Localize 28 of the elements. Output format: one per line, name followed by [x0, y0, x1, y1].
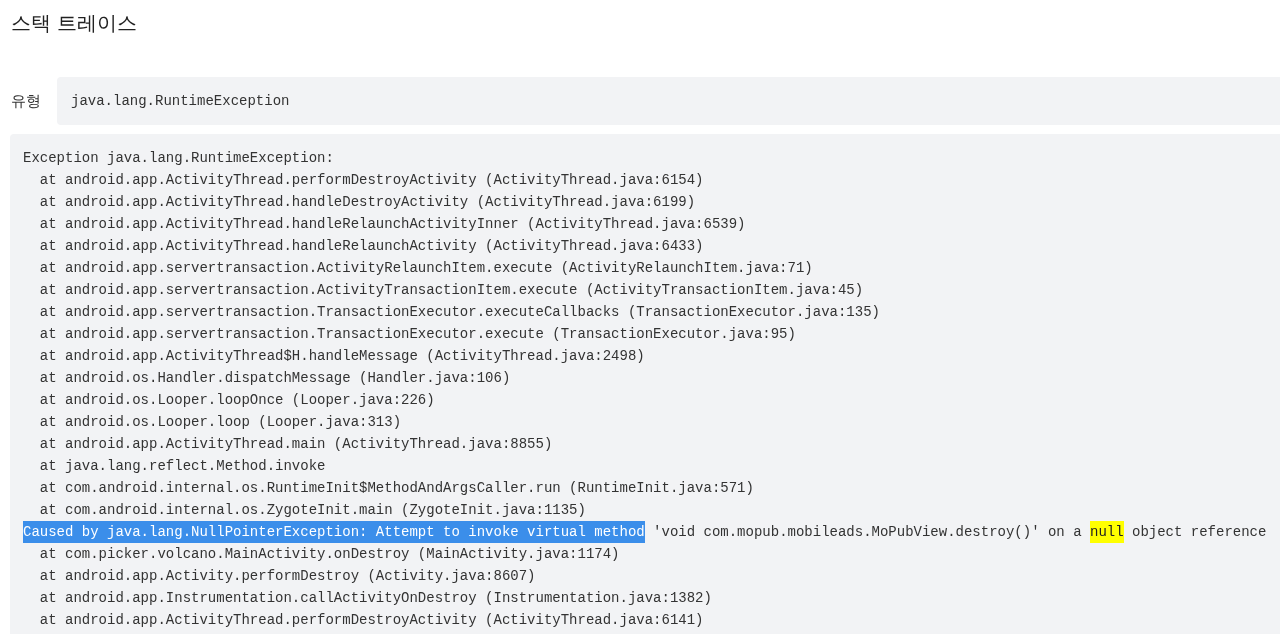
stack-trace-line: 'void com.mopub.mobileads.MoPubView.destroy()' on a: [652, 523, 1083, 542]
stack-trace-line: at android.app.ActivityThread.handleRelaunchActivity (ActivityThread.java:6433): [38, 237, 704, 256]
stack-trace-line: at com.android.internal.os.ZygoteInit.main (ZygoteInit.java:1135): [38, 501, 586, 520]
selected-text: Caused by java.lang.NullPointerException: Attempt to invoke virtual method: [23, 521, 645, 543]
stack-trace-line: at com.picker.volcano.MainActivity.onDestroy (MainActivity.java:1174): [38, 545, 620, 564]
stack-trace-line: at android.app.ActivityThread$H.handleMessage (ActivityThread.java:2498): [38, 347, 645, 366]
stack-trace-line: at android.app.Instrumentation.callActivityOnDestroy (Instrumentation.java:1382): [38, 589, 712, 608]
stack-trace-line: at com.android.internal.os.RuntimeInit$MethodAndArgsCaller.run (RuntimeInit.java:571): [38, 479, 754, 498]
stack-trace-line: at android.os.Looper.loop (Looper.java:313): [38, 413, 402, 432]
stack-trace-line: at android.os.Handler.dispatchMessage (Handler.java:106): [38, 369, 511, 388]
stack-trace-line: at android.app.ActivityThread.performDestroyActivity (ActivityThread.java:6141): [38, 611, 704, 630]
type-value: java.lang.RuntimeException: [57, 77, 1280, 125]
stack-trace-line: at android.app.servertransaction.ActivityTransactionItem.execute (ActivityTransactionItem.java:45): [38, 281, 864, 300]
stack-trace-line: at android.os.Looper.loopOnce (Looper.java:226): [38, 391, 435, 410]
stack-trace-line: at android.app.servertransaction.TransactionExecutor.execute (TransactionExecutor.java:95): [38, 325, 796, 344]
stack-trace-line: at android.app.servertransaction.ActivityRelaunchItem.execute (ActivityRelaunchItem.java:71): [38, 259, 813, 278]
stack-trace-line: at android.app.ActivityThread.main (ActivityThread.java:8855): [38, 435, 553, 454]
stack-trace-line: Exception java.lang.RuntimeException:: [23, 149, 334, 168]
stack-trace-line: at android.app.ActivityThread.performDestroyActivity (ActivityThread.java:6154): [38, 171, 704, 190]
stack-trace-line: at android.app.Activity.performDestroy (Activity.java:8607): [38, 567, 536, 586]
stack-trace-line: at android.app.ActivityThread.handleRelaunchActivityInner (ActivityThread.java:6539): [38, 215, 746, 234]
stack-trace-line: at java.lang.reflect.Method.invoke: [38, 457, 326, 476]
type-label: 유형: [11, 90, 41, 111]
stack-trace-line: at android.app.servertransaction.TransactionExecutor.executeCallbacks (TransactionExecutor.java:135): [38, 303, 880, 322]
stack-trace-line: object reference: [1131, 523, 1267, 542]
page-title: 스택 트레이스: [11, 11, 137, 36]
stack-trace-line: at android.app.ActivityThread.handleDestroyActivity (ActivityThread.java:6199): [38, 193, 696, 212]
highlighted-text: null: [1090, 521, 1124, 543]
